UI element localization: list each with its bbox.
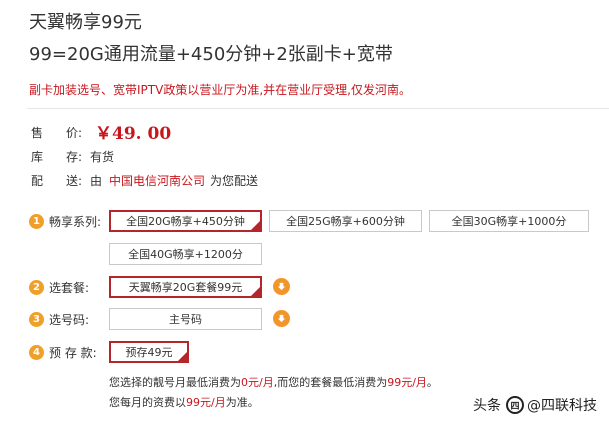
- step-label: 畅享系列:: [49, 215, 102, 229]
- min-spend-info: 您选择的靓号月最低消费为0元/月,而您的套餐最低消费为99元/月。: [109, 374, 438, 390]
- monthly-fee-info: 您每月的资费以99元/月为准。: [109, 394, 259, 410]
- divider: [27, 108, 609, 109]
- watermark-logo-icon: 四: [506, 396, 524, 414]
- deposit-option[interactable]: 预存49元: [109, 341, 189, 363]
- series-option-25g[interactable]: 全国25G畅享+600分钟: [269, 210, 422, 232]
- info-text: 您每月的资费以: [109, 396, 186, 409]
- monthly-fee: 99元/月: [186, 396, 226, 409]
- ship-suffix: 为您配送: [210, 174, 259, 188]
- package-option[interactable]: 天翼畅享20G套餐99元: [109, 276, 262, 298]
- product-title: 天翼畅享99元: [29, 12, 142, 33]
- package-min-spend: 99元/月: [387, 376, 427, 389]
- stock-label-b: 存:: [66, 150, 83, 164]
- number-down-arrow-icon[interactable]: [273, 310, 290, 327]
- step-package: 2 选套餐:: [29, 279, 89, 296]
- stock-value: 有货: [90, 150, 115, 164]
- price-label-a: 售: [31, 126, 44, 140]
- product-subtitle: 99=20G通用流量+450分钟+2张副卡+宽带: [29, 44, 393, 65]
- stock-label-a: 库: [31, 150, 44, 164]
- step-number-badge: 3: [29, 312, 44, 327]
- package-down-arrow-icon[interactable]: [273, 278, 290, 295]
- price-value: ￥49. 00: [95, 124, 172, 144]
- ship-label-a: 配: [31, 174, 44, 188]
- step-label: 预 存 款:: [49, 346, 97, 360]
- ship-label-b: 送:: [66, 174, 83, 188]
- watermark-prefix: 头条: [473, 398, 501, 414]
- series-option-40g[interactable]: 全国40G畅享+1200分: [109, 243, 262, 265]
- step-label: 选号码:: [49, 313, 90, 327]
- series-option-30g[interactable]: 全国30G畅享+1000分: [429, 210, 589, 232]
- info-text: 。: [426, 376, 438, 389]
- series-option-20g[interactable]: 全国20G畅享+450分钟: [109, 210, 262, 232]
- seller-link[interactable]: 中国电信河南公司: [109, 172, 205, 189]
- step-series: 1 畅享系列:: [29, 213, 101, 230]
- step-number-badge: 2: [29, 280, 44, 295]
- watermark-name: @四联科技: [527, 398, 597, 414]
- number-min-spend: 0元/月: [241, 376, 274, 389]
- info-text: 您选择的靓号月最低消费为: [109, 376, 241, 389]
- info-text: 为准。: [225, 396, 259, 409]
- price-label-b: 价:: [66, 126, 83, 140]
- step-number-badge: 1: [29, 214, 44, 229]
- policy-notice: 副卡加装选号、宽带IPTV政策以营业厅为准,并在营业厅受理,仅发河南。: [29, 83, 411, 97]
- info-text: ,而您的套餐最低消费为: [273, 376, 388, 389]
- number-option[interactable]: 主号码: [109, 308, 262, 330]
- step-label: 选套餐:: [49, 281, 90, 295]
- step-number-select: 3 选号码:: [29, 311, 89, 328]
- ship-prefix: 由: [90, 174, 103, 188]
- watermark: 头条 四 @四联科技: [473, 395, 597, 415]
- step-number-badge: 4: [29, 345, 44, 360]
- step-deposit: 4 预 存 款:: [29, 344, 97, 361]
